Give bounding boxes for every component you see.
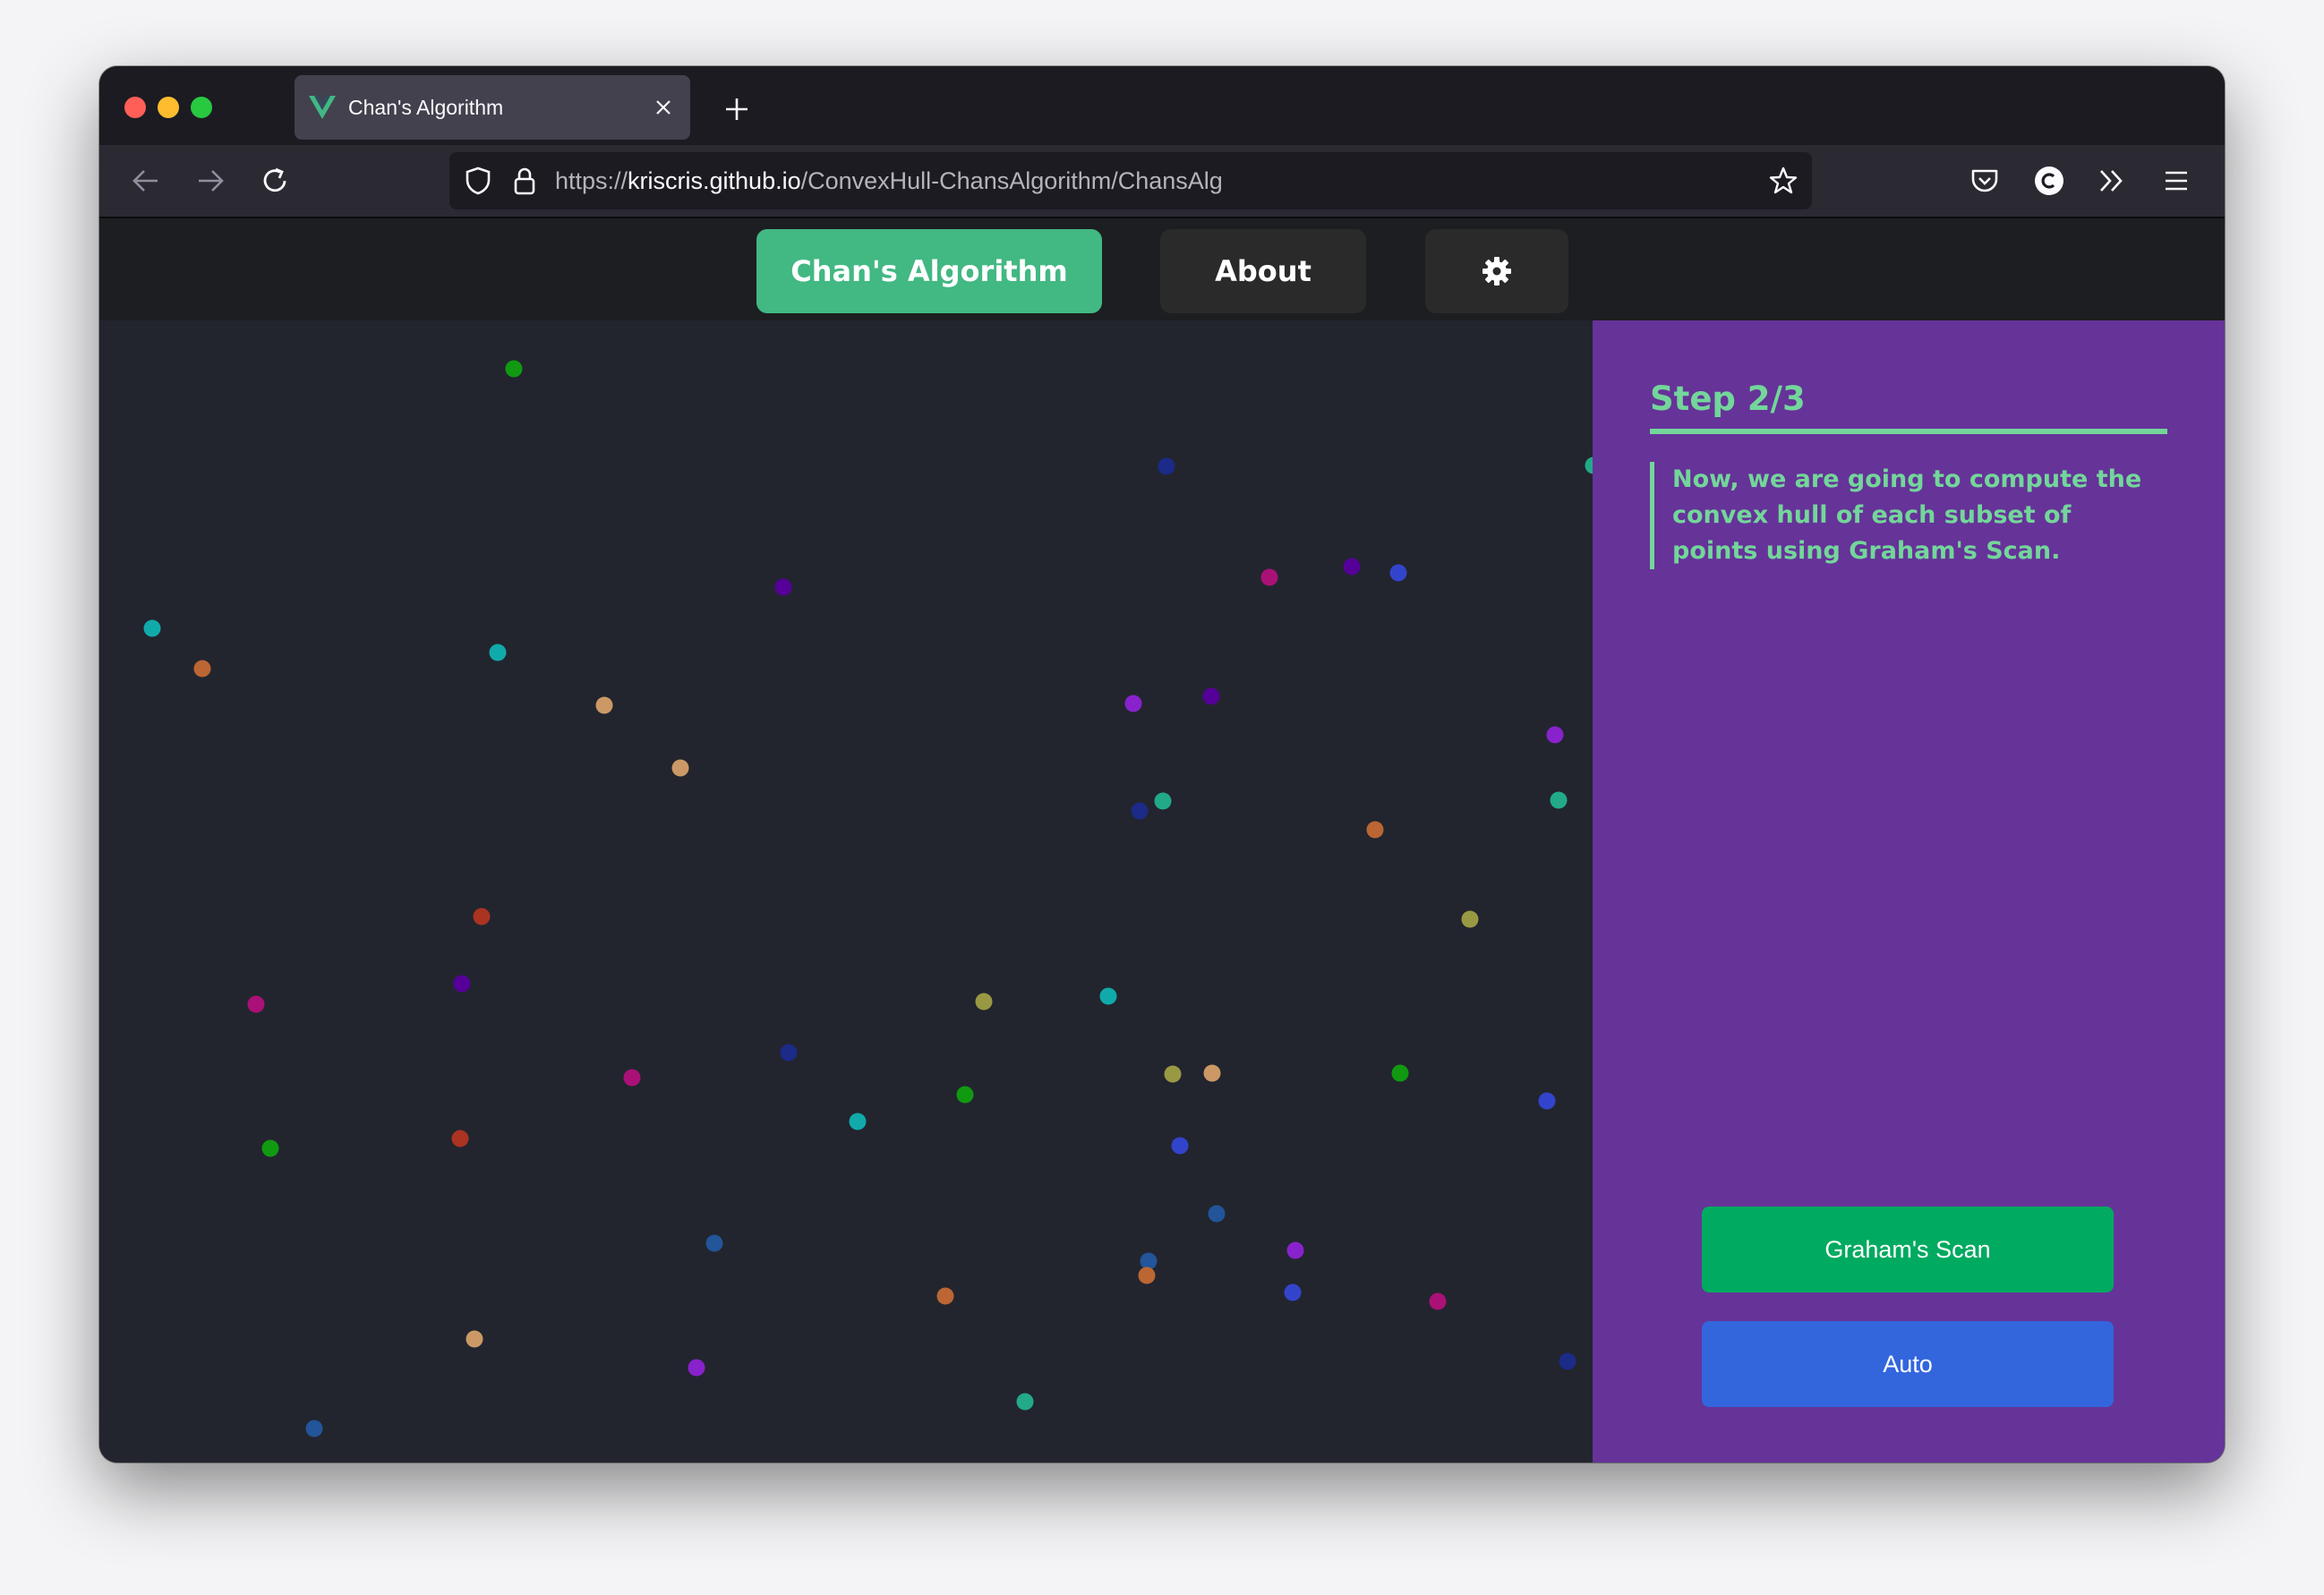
browser-window: Chan's Algorithm https://kriscris.github… (99, 66, 2225, 1463)
point-dot (193, 660, 211, 678)
navigation-toolbar: https://kriscris.github.io/ConvexHull-Ch… (99, 145, 2225, 218)
url-path: /ConvexHull-ChansAlgorithm/ChansAlg (800, 166, 1223, 194)
step-sidebar: Step 2/3 Now, we are going to compute th… (1593, 320, 2225, 1463)
app-header: Chan's Algorithm About (99, 218, 2225, 320)
point-dot (1559, 1352, 1576, 1370)
point-dot (261, 1139, 279, 1157)
points-canvas[interactable] (99, 320, 1627, 1463)
point-dot (780, 1044, 798, 1062)
point-dot (1138, 1267, 1156, 1284)
tab-title: Chan's Algorithm (348, 95, 504, 119)
point-dot (473, 908, 491, 925)
bookmark-star-icon[interactable] (1765, 163, 1801, 199)
point-dot (1391, 1064, 1409, 1082)
hamburger-menu-icon[interactable] (2164, 152, 2189, 209)
point-dot (688, 1359, 705, 1377)
url-host: kriscris.github.io (628, 166, 801, 194)
point-dot (1099, 987, 1117, 1005)
point-dot (1208, 1205, 1226, 1223)
point-dot (595, 696, 613, 714)
point-dot (671, 759, 689, 777)
point-dot (1154, 792, 1172, 810)
point-dot (1164, 1065, 1182, 1083)
point-dot (1284, 1284, 1302, 1301)
point-dot (451, 1130, 469, 1147)
point-dot (1546, 726, 1564, 744)
step-title: Step 2/3 (1650, 380, 2167, 434)
point-dot (305, 1420, 323, 1437)
point-dot (466, 1330, 483, 1348)
point-dot (1389, 564, 1407, 582)
more-tools-chevron-icon[interactable] (2098, 152, 2125, 209)
lock-icon[interactable] (507, 163, 543, 199)
shield-icon[interactable] (460, 163, 496, 199)
forward-arrow-icon[interactable] (191, 161, 230, 200)
point-dot (975, 993, 993, 1011)
back-arrow-icon[interactable] (126, 161, 166, 200)
settings-button[interactable] (1425, 229, 1568, 313)
grahams-scan-button[interactable]: Graham's Scan (1702, 1207, 2114, 1292)
point-dot (936, 1287, 954, 1305)
url-scheme: https:// (555, 166, 628, 194)
point-dot (1158, 457, 1175, 475)
reload-icon[interactable] (255, 161, 295, 200)
auto-button[interactable]: Auto (1702, 1321, 2114, 1407)
maximize-window-button[interactable] (191, 97, 212, 118)
point-dot (774, 578, 792, 596)
point-dot (143, 619, 161, 637)
point-dot (1366, 821, 1384, 839)
step-description: Now, we are going to compute the convex … (1650, 462, 2147, 569)
point-dot (453, 975, 471, 993)
point-dot (705, 1234, 722, 1252)
point-dot (1171, 1137, 1189, 1155)
point-dot (247, 995, 265, 1013)
point-dot (1260, 568, 1278, 586)
point-dot (623, 1069, 641, 1087)
url-text[interactable]: https://kriscris.github.io/ConvexHull-Ch… (555, 167, 1223, 195)
pocket-icon[interactable] (1970, 152, 1999, 209)
nav-chans-algorithm-button[interactable]: Chan's Algorithm (756, 229, 1102, 313)
title-bar: Chan's Algorithm (99, 66, 2225, 145)
close-tab-icon[interactable] (645, 90, 681, 125)
minimize-window-button[interactable] (158, 97, 179, 118)
account-avatar-icon[interactable] (2034, 152, 2064, 209)
close-window-button[interactable] (124, 97, 146, 118)
browser-tab[interactable]: Chan's Algorithm (295, 75, 690, 140)
point-dot (1286, 1241, 1304, 1259)
point-dot (1124, 695, 1142, 712)
point-dot (1429, 1292, 1447, 1310)
point-dot (1202, 687, 1220, 705)
vue-logo-icon (307, 92, 337, 123)
point-dot (1550, 791, 1568, 809)
gear-icon (1482, 257, 1511, 286)
point-dot (489, 644, 506, 661)
point-dot (505, 360, 523, 378)
address-bar[interactable]: https://kriscris.github.io/ConvexHull-Ch… (449, 152, 1812, 209)
point-dot (1538, 1092, 1556, 1110)
point-dot (1461, 910, 1479, 928)
point-dot (1203, 1064, 1221, 1082)
point-dot (849, 1113, 867, 1130)
point-dot (1343, 558, 1361, 576)
new-tab-button[interactable] (717, 90, 756, 129)
point-dot (956, 1086, 974, 1104)
point-dot (1016, 1393, 1034, 1411)
point-dot (1131, 802, 1149, 820)
nav-about-button[interactable]: About (1160, 229, 1366, 313)
